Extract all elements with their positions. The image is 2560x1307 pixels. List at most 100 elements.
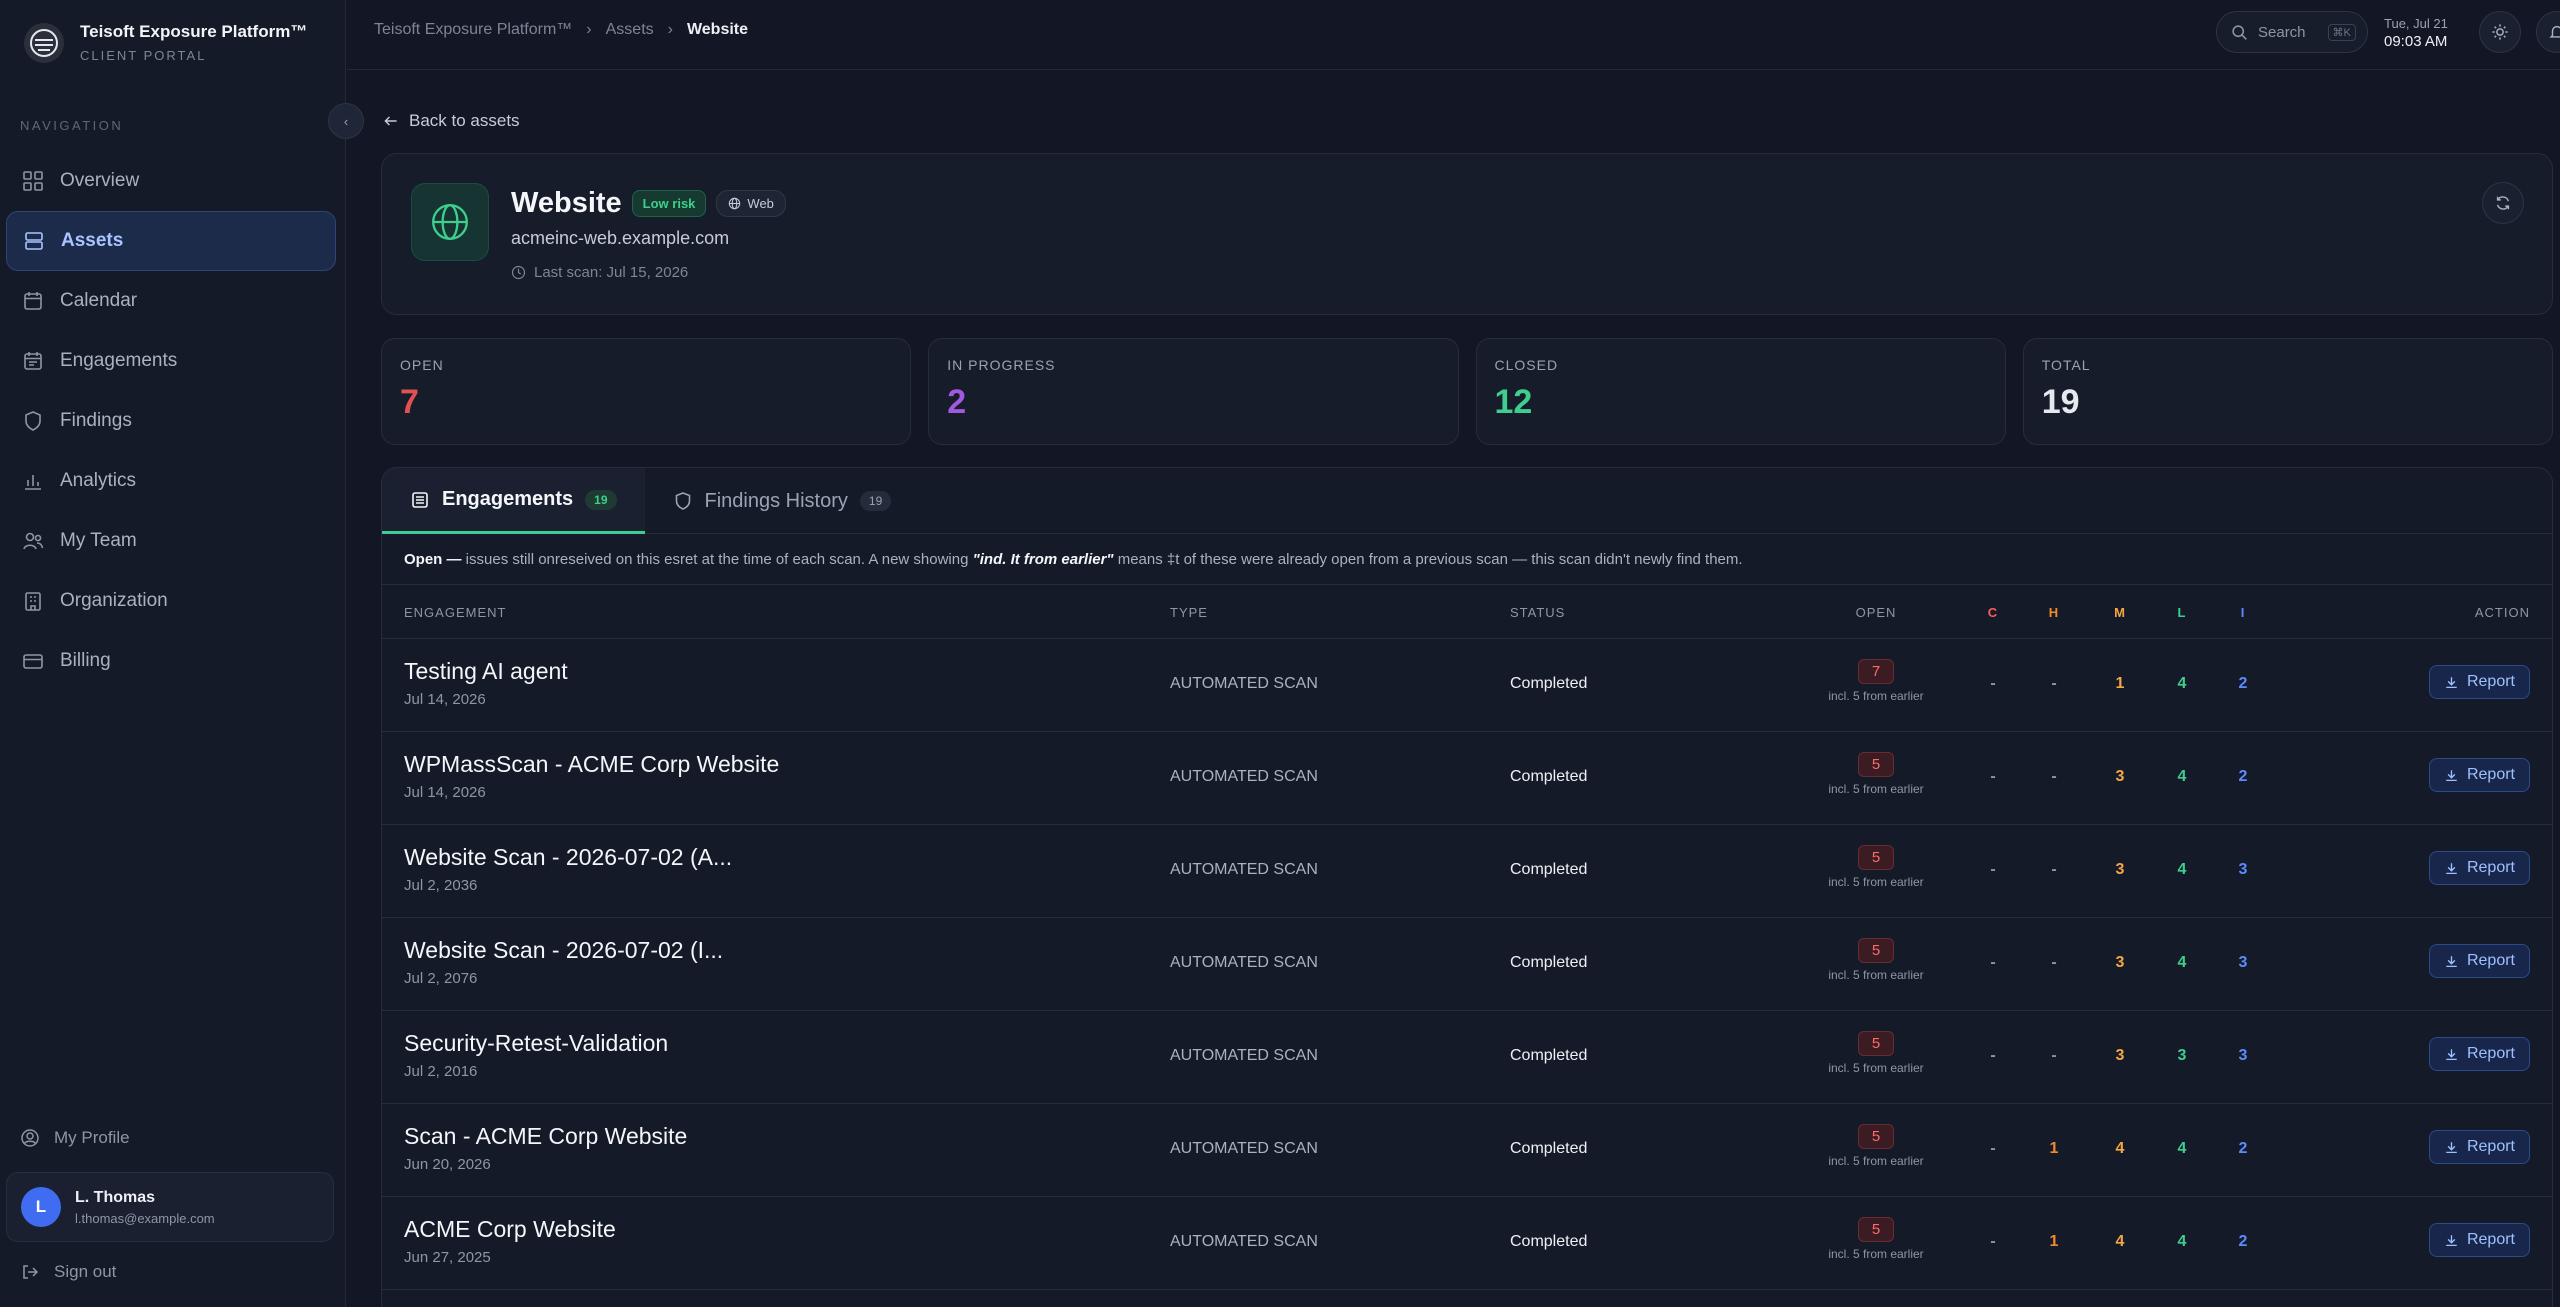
table-row[interactable]: Website Scan - 2026-07-02 (A... Jul 2, 20… (382, 825, 2552, 918)
layers-icon (25, 232, 43, 250)
table-row[interactable]: Security-Retest-Validation Jul 2, 2016 AUT… (382, 1011, 2552, 1104)
card-icon (23, 654, 43, 669)
download-icon (2446, 862, 2457, 874)
asset-type-label: Web (747, 196, 774, 211)
sidebar-item-my-team[interactable]: My Team (6, 511, 336, 571)
shield-icon (25, 411, 41, 431)
sidebar-item-label: Analytics (60, 470, 137, 491)
open-explanation-note: Open — issues still onreseived on this e… (382, 534, 2552, 585)
sidebar-item-label: Organization (60, 590, 168, 611)
table-row[interactable]: Website Scan - 2026-07-02 (I... Jul 2, 20… (382, 918, 2552, 1011)
report-button[interactable]: Report (2428, 1130, 2530, 1164)
col-type: TYPE (1170, 605, 1208, 620)
severity-count-h: - (2051, 768, 2057, 785)
user-card[interactable]: L L. Thomas l.thomas@example.com (6, 1172, 334, 1242)
engagement-status: Completed (1510, 1047, 1588, 1064)
tab-findings-history[interactable]: Findings History 19 (645, 468, 920, 534)
engagement-name[interactable]: Website Scan - 2026-07-02 (A... (404, 844, 732, 871)
report-button[interactable]: Report (2428, 944, 2530, 978)
download-icon (2446, 676, 2457, 688)
notifications-button[interactable] (2536, 11, 2560, 53)
sidebar-item-organization[interactable]: Organization (6, 571, 336, 631)
severity-count-i: 2 (2238, 768, 2248, 785)
open-count-badge: 7 (1858, 659, 1894, 684)
breadcrumb-item[interactable]: Teisoft Exposure Platform™ (374, 21, 572, 39)
sign-out-link[interactable]: Sign out (20, 1262, 116, 1282)
collapse-sidebar-button[interactable]: ‹ (328, 103, 364, 139)
brand[interactable]: Teisoft Exposure Platform™ CLIENT PORTAL (24, 22, 307, 63)
breadcrumb: Teisoft Exposure Platform™ › Assets › We… (374, 21, 748, 39)
sidebar-item-engagements[interactable]: Engagements (6, 331, 336, 391)
back-label: Back to assets (409, 111, 520, 130)
refresh-icon (2496, 196, 2510, 210)
sidebar-item-overview[interactable]: Overview (6, 151, 336, 211)
report-button[interactable]: Report (2428, 665, 2530, 699)
clock-icon (511, 265, 526, 280)
table-row[interactable]: Testing AI agent Jul 14, 2026 AUTOMATED SC… (382, 639, 2552, 732)
engagement-cell: Website Scan - 2026-07-02 (A... Jul 2, 20… (404, 844, 732, 894)
stat-card-in-progress: IN PROGRESS 2 (928, 338, 1459, 445)
stat-label: CLOSED (1494, 357, 1559, 373)
severity-count-l: 4 (2177, 1140, 2187, 1157)
severity-count-i: 2 (2238, 1233, 2248, 1250)
theme-toggle-button[interactable] (2479, 11, 2521, 53)
sidebar-item-analytics[interactable]: Analytics (6, 451, 336, 511)
table-row[interactable]: ACME Corp Website Jun 27, 2025 AUTOMATED S… (382, 1197, 2552, 1290)
stat-value: 12 (1494, 383, 1533, 421)
back-to-assets-link[interactable]: Back to assets (383, 111, 520, 131)
breadcrumb-item[interactable]: Assets (606, 21, 654, 39)
engagement-name[interactable]: Website Scan - 2026-07-02 (I... (404, 937, 723, 964)
sidebar-item-findings[interactable]: Findings (6, 391, 336, 451)
report-button[interactable]: Report (2428, 758, 2530, 792)
sign-out-icon (23, 1265, 39, 1279)
engagement-cell: Testing AI agent Jul 14, 2026 (404, 658, 568, 708)
table-row[interactable]: Scan - ACME Corp Website Jun 20, 2026 AUTO… (382, 1104, 2552, 1197)
table-row[interactable]: WPMassScan - ACME Corp Website Jul 14, 20… (382, 732, 2552, 825)
engagement-name[interactable]: Testing AI agent (404, 658, 568, 685)
user-email: l.thomas@example.com (75, 1210, 215, 1226)
engagement-status: Completed (1510, 1233, 1588, 1250)
open-carryover-note: incl. 5 from earlier (1828, 782, 1924, 796)
report-label: Report (2466, 1138, 2515, 1155)
col-engagement: ENGAGEMENT (404, 605, 507, 620)
sidebar-item-calendar[interactable]: Calendar (6, 271, 336, 331)
engagements-panel: Engagements 19 Findings History 19 Open … (381, 467, 2553, 1307)
building-icon (25, 592, 41, 611)
open-carryover-note: incl. 5 from earlier (1828, 875, 1924, 889)
report-button[interactable]: Report (2428, 1037, 2530, 1071)
col-low: L (2177, 605, 2187, 620)
report-button[interactable]: Report (2428, 851, 2530, 885)
report-button[interactable]: Report (2428, 1223, 2530, 1257)
breadcrumb-separator: › (667, 21, 673, 38)
globe-small-icon (729, 197, 741, 210)
users-icon (23, 532, 44, 550)
open-carryover-note: incl. 5 from earlier (1828, 1061, 1924, 1075)
topbar: Teisoft Exposure Platform™ › Assets › We… (347, 0, 2560, 70)
severity-count-i: 2 (2238, 1140, 2248, 1157)
brand-logo-icon (24, 22, 64, 63)
engagement-name[interactable]: Scan - ACME Corp Website (404, 1123, 687, 1150)
sidebar-item-label: Findings (60, 410, 132, 431)
asset-header-card: Website Low risk Web acmeinc-web.example… (381, 153, 2553, 315)
engagement-name[interactable]: ACME Corp Website (404, 1216, 616, 1243)
tab-engagements-label: Engagements (442, 488, 574, 510)
engagement-date: Jul 2, 2016 (404, 1063, 478, 1080)
brand-subtitle: CLIENT PORTAL (80, 48, 207, 63)
tab-engagements[interactable]: Engagements 19 (382, 468, 645, 534)
engagement-cell: Scan - ACME Corp Website Jun 20, 2026 (404, 1123, 687, 1173)
sidebar-item-assets[interactable]: Assets (6, 211, 336, 271)
my-profile-link[interactable]: My Profile (20, 1128, 130, 1148)
engagement-name[interactable]: Security-Retest-Validation (404, 1030, 668, 1057)
bar-chart-icon (25, 475, 41, 490)
refresh-button[interactable] (2482, 182, 2524, 224)
search-button[interactable]: Search ⌘K (2216, 11, 2368, 53)
open-count-badge: 5 (1858, 1031, 1894, 1056)
stat-label: IN PROGRESS (947, 357, 1056, 373)
engagement-name[interactable]: WPMassScan - ACME Corp Website (404, 751, 779, 778)
open-count-badge: 5 (1858, 1217, 1894, 1242)
report-label: Report (2466, 1231, 2515, 1248)
download-icon (2446, 1141, 2457, 1153)
sidebar-item-billing[interactable]: Billing (6, 631, 336, 691)
severity-count-l: 4 (2177, 954, 2187, 971)
severity-count-i: 3 (2238, 1047, 2248, 1064)
